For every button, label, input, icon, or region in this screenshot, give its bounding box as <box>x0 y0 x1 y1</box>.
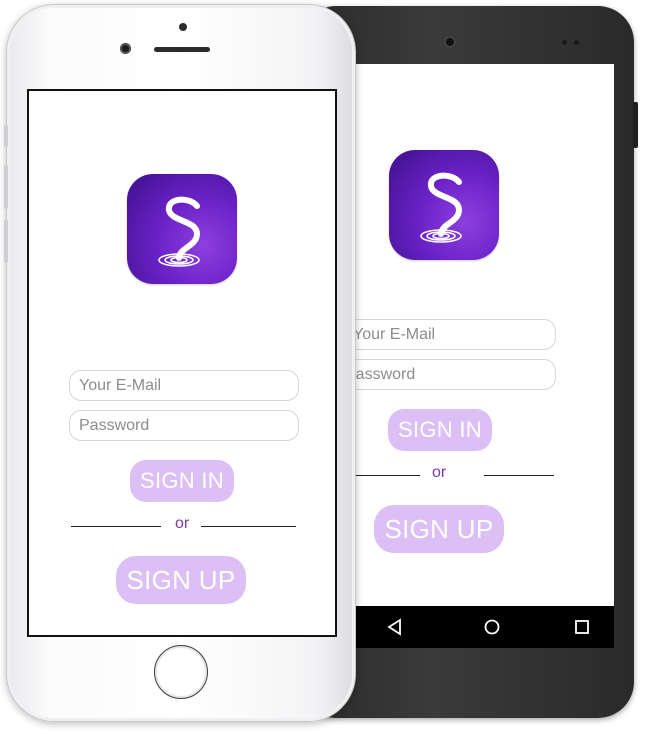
android-front-camera <box>444 36 456 48</box>
divider-line-right <box>484 475 554 476</box>
android-sign-up-button[interactable]: SIGN UP <box>374 505 504 553</box>
home-circle-icon[interactable] <box>482 617 502 637</box>
android-sensor <box>562 40 567 45</box>
iphone-mute-switch <box>4 125 8 147</box>
recents-square-icon[interactable] <box>572 617 592 637</box>
iphone-front-camera <box>120 43 131 54</box>
android-screen: SIGN IN or SIGN UP <box>340 64 614 648</box>
iphone-volume-down <box>4 219 8 263</box>
iphone-home-button[interactable] <box>154 645 208 699</box>
iphone-earpiece <box>154 47 210 52</box>
sign-in-button[interactable]: SIGN IN <box>130 460 234 502</box>
android-sensor <box>574 40 579 45</box>
sign-up-button[interactable]: SIGN UP <box>116 556 246 604</box>
android-email-input[interactable] <box>340 319 556 350</box>
iphone-screen: SIGN IN or SIGN UP <box>27 89 337 637</box>
password-input[interactable] <box>69 410 299 441</box>
android-password-input[interactable] <box>340 359 556 390</box>
android-sign-in-button[interactable]: SIGN IN <box>388 409 492 451</box>
divider-line-left <box>355 475 420 476</box>
android-power-button <box>633 102 638 148</box>
android-navigation-bar <box>340 606 614 648</box>
divider-line-left <box>71 526 161 527</box>
divider-or-text: or <box>175 515 190 532</box>
email-input[interactable] <box>69 370 299 401</box>
divider-line-right <box>201 526 296 527</box>
app-logo <box>127 174 237 284</box>
app-logo <box>389 150 499 260</box>
divider-or-text: or <box>432 464 447 481</box>
back-triangle-icon[interactable] <box>385 617 405 637</box>
stylized-s-logo-icon <box>158 196 201 267</box>
iphone-proximity-sensor <box>179 23 187 31</box>
iphone-volume-up <box>4 165 8 209</box>
stylized-s-logo-icon <box>420 172 463 243</box>
iphone: SIGN IN or SIGN UP <box>4 4 356 722</box>
